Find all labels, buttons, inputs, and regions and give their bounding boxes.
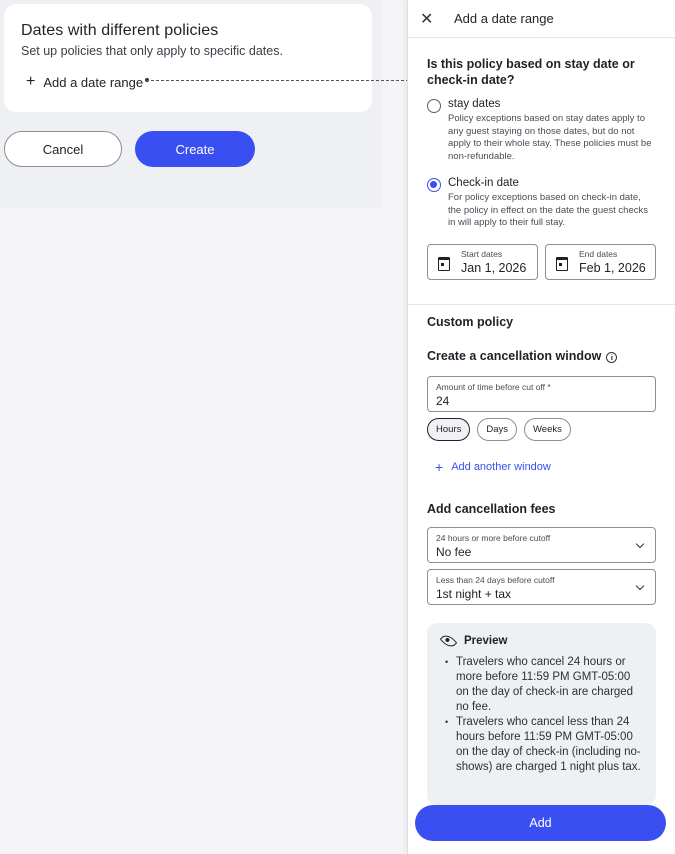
preview-header: Preview — [439, 631, 642, 650]
time-unit-chips: Hours Days Weeks — [427, 417, 656, 441]
date-range-fields: Start dates Jan 1, 2026 End dates Feb 1,… — [427, 243, 656, 280]
radio-description: Policy exceptions based on stay dates ap… — [448, 113, 652, 162]
cancellation-fees-heading: Add cancellation fees — [427, 501, 556, 516]
fee2-label: Less than 24 days before cutoff — [436, 574, 555, 585]
add-date-range-label: Add a date range — [43, 74, 144, 90]
custom-policy-heading: Custom policy — [427, 314, 514, 329]
cancel-button[interactable]: Cancel — [4, 131, 122, 167]
chip-hours[interactable]: Hours — [427, 417, 471, 441]
add-date-range-link[interactable]: + Add a date range — [26, 74, 143, 90]
card-title: Dates with different policies — [21, 22, 219, 39]
fee1-label: 24 hours or more before cutoff — [436, 532, 551, 543]
card-subtitle: Set up policies that only apply to speci… — [21, 44, 283, 58]
drawer-header: ✕ Add a date range — [408, 0, 675, 38]
radio-check-in-date[interactable]: Check-in date For policy exceptions base… — [427, 177, 656, 230]
add-date-range-drawer: ✕ Add a date range Is this policy based … — [407, 0, 675, 854]
start-date-label: Start dates — [461, 248, 503, 259]
policy-basis-question: Is this policy based on stay date or che… — [427, 57, 635, 87]
chip-days[interactable]: Days — [477, 417, 517, 441]
fee-select-2[interactable]: Less than 24 days before cutoff 1st nigh… — [427, 568, 656, 605]
cancellation-window-heading-row: Create a cancellation window i — [427, 347, 656, 365]
preview-list: Travelers who cancel 24 hours or more be… — [441, 655, 642, 775]
end-date-label: End dates — [579, 248, 618, 259]
date-policies-card: Dates with different policies Set up pol… — [4, 4, 372, 112]
add-another-window-link[interactable]: + Add another window — [435, 459, 656, 475]
section-divider — [408, 303, 675, 305]
add-button[interactable]: Add — [415, 805, 666, 841]
plus-icon: + — [26, 73, 36, 90]
plus-icon: + — [435, 458, 444, 475]
calendar-icon — [555, 255, 569, 271]
end-date-value: Feb 1, 2026 — [579, 260, 646, 275]
calendar-icon — [437, 255, 451, 271]
radio-button-selected[interactable] — [427, 178, 441, 192]
preview-title: Preview — [464, 634, 508, 647]
eye-icon — [439, 631, 458, 650]
info-icon[interactable]: i — [606, 351, 618, 363]
fee1-value: No fee — [436, 544, 472, 559]
preview-box: Preview Travelers who cancel 24 hours or… — [427, 622, 656, 805]
amount-value: 24 — [436, 393, 450, 408]
end-date-field[interactable]: End dates Feb 1, 2026 — [545, 243, 656, 280]
amount-label: Amount of time before cut off * — [436, 381, 551, 392]
radio-button[interactable] — [427, 99, 441, 113]
radio-label: stay dates — [448, 98, 501, 110]
add-another-window-label: Add another window — [451, 460, 551, 473]
radio-description: For policy exceptions based on check-in … — [448, 192, 648, 228]
radio-label: Check-in date — [448, 177, 519, 189]
cancellation-window-heading: Create a cancellation window — [427, 348, 602, 363]
close-icon[interactable]: ✕ — [420, 9, 440, 29]
start-date-value: Jan 1, 2026 — [461, 260, 527, 275]
fee2-value: 1st night + tax — [436, 586, 512, 601]
create-button[interactable]: Create — [135, 131, 255, 167]
dashed-connector — [146, 80, 424, 81]
list-item: Travelers who cancel 24 hours or more be… — [441, 655, 642, 715]
drawer-title: Add a date range — [454, 11, 554, 26]
fee-select-1[interactable]: 24 hours or more before cutoff No fee — [427, 526, 656, 563]
start-date-field[interactable]: Start dates Jan 1, 2026 — [427, 243, 538, 280]
radio-stay-dates[interactable]: stay dates Policy exceptions based on st… — [427, 98, 656, 163]
chip-weeks[interactable]: Weeks — [524, 417, 571, 441]
amount-before-cutoff-input[interactable]: Amount of time before cut off * 24 — [427, 375, 656, 412]
list-item: Travelers who cancel less than 24 hours … — [441, 715, 642, 775]
